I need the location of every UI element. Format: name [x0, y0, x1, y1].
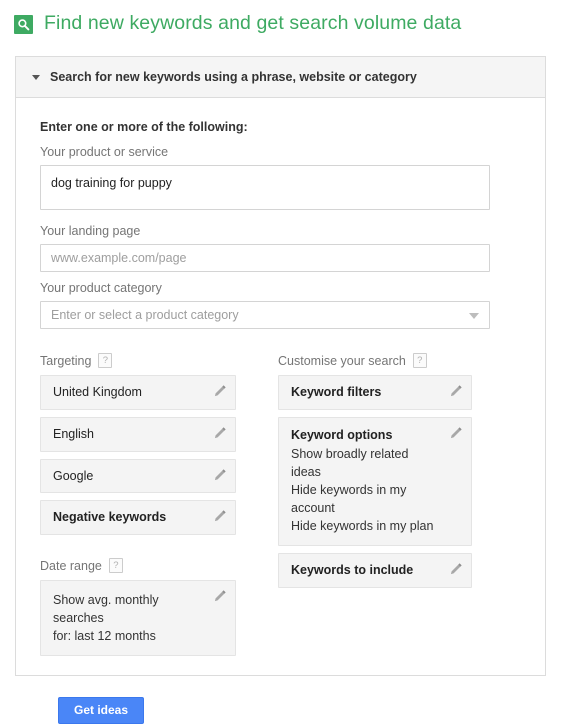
tile-line: Show avg. monthly searches: [53, 593, 159, 626]
date-range-section-label: Date range ?: [40, 558, 236, 573]
help-icon-targeting[interactable]: ?: [98, 353, 113, 368]
landing-page-label: Your landing page: [40, 224, 141, 238]
options-columns: Targeting ? United Kingdom English Googl…: [40, 353, 521, 663]
tile-title: Keywords to include: [291, 563, 414, 578]
targeting-section-label: Targeting ?: [40, 353, 236, 368]
customise-column: Customise your search ? Keyword filters …: [278, 353, 472, 663]
search-panel: Search for new keywords using a phrase, …: [15, 56, 546, 724]
actions-row: Get ideas: [40, 663, 521, 724]
landing-page-input[interactable]: [40, 244, 490, 272]
caret-down-icon[interactable]: [32, 74, 40, 80]
customise-tile-keyword-options[interactable]: Keyword options Show broadly related ide…: [278, 416, 472, 547]
tile-line: Hide keywords in my account: [291, 482, 407, 515]
product-category-label: Your product category: [40, 281, 162, 295]
get-ideas-button[interactable]: Get ideas: [58, 697, 145, 724]
product-or-service-label: Your product or service: [40, 145, 169, 159]
pencil-icon[interactable]: [213, 468, 227, 482]
pencil-icon[interactable]: [213, 509, 227, 523]
targeting-tile-negative-keywords[interactable]: Negative keywords: [40, 500, 236, 535]
targeting-tile-location[interactable]: United Kingdom: [40, 375, 236, 410]
tile-title: United Kingdom: [53, 385, 142, 399]
tile-title: Keyword filters: [291, 385, 382, 399]
page-title: Find new keywords and get search volume …: [44, 12, 462, 35]
tile-line: Hide keywords in my plan: [291, 519, 434, 533]
page-header: Find new keywords and get search volume …: [0, 0, 582, 34]
pencil-icon[interactable]: [213, 384, 227, 398]
search-icon: [14, 14, 33, 34]
product-or-service-input[interactable]: [40, 165, 490, 210]
customise-tile-keywords-to-include[interactable]: Keywords to include: [278, 553, 472, 588]
help-icon-customise[interactable]: ?: [412, 353, 427, 368]
product-category-select-wrap: Enter or select a product category: [40, 301, 490, 329]
date-range-label-text: Date range: [40, 558, 102, 573]
product-category-select[interactable]: Enter or select a product category: [40, 301, 490, 329]
tile-title: English: [53, 426, 94, 441]
targeting-label-text: Targeting: [40, 353, 92, 368]
tile-line: for: last 12 months: [53, 629, 156, 644]
help-icon-date-range[interactable]: ?: [108, 558, 123, 573]
panel-body: Enter one or more of the following: Your…: [16, 98, 545, 724]
customise-label-text: Customise your search: [278, 353, 406, 368]
targeting-tile-network[interactable]: Google: [40, 458, 236, 494]
tile-title: Keyword options: [291, 427, 393, 442]
pencil-icon[interactable]: [449, 426, 463, 440]
tile-title: Negative keywords: [53, 510, 167, 525]
customise-tile-keyword-filters[interactable]: Keyword filters: [278, 375, 472, 410]
pencil-icon[interactable]: [449, 562, 463, 576]
targeting-tile-language[interactable]: English: [40, 416, 236, 452]
form-heading: Enter one or more of the following:: [40, 120, 248, 134]
pencil-icon[interactable]: [213, 426, 227, 440]
panel-collapse-header[interactable]: Search for new keywords using a phrase, …: [16, 57, 545, 98]
tile-title: Google: [53, 468, 94, 483]
panel-header-label: Search for new keywords using a phrase, …: [50, 70, 417, 84]
pencil-icon[interactable]: [213, 589, 227, 603]
date-range-tile[interactable]: Show avg. monthly searches for: last 12 …: [40, 580, 236, 657]
targeting-column: Targeting ? United Kingdom English Googl…: [40, 353, 236, 663]
tile-line: Show broadly related ideas: [291, 446, 409, 479]
customise-section-label: Customise your search ?: [278, 353, 472, 368]
pencil-icon[interactable]: [449, 384, 463, 398]
